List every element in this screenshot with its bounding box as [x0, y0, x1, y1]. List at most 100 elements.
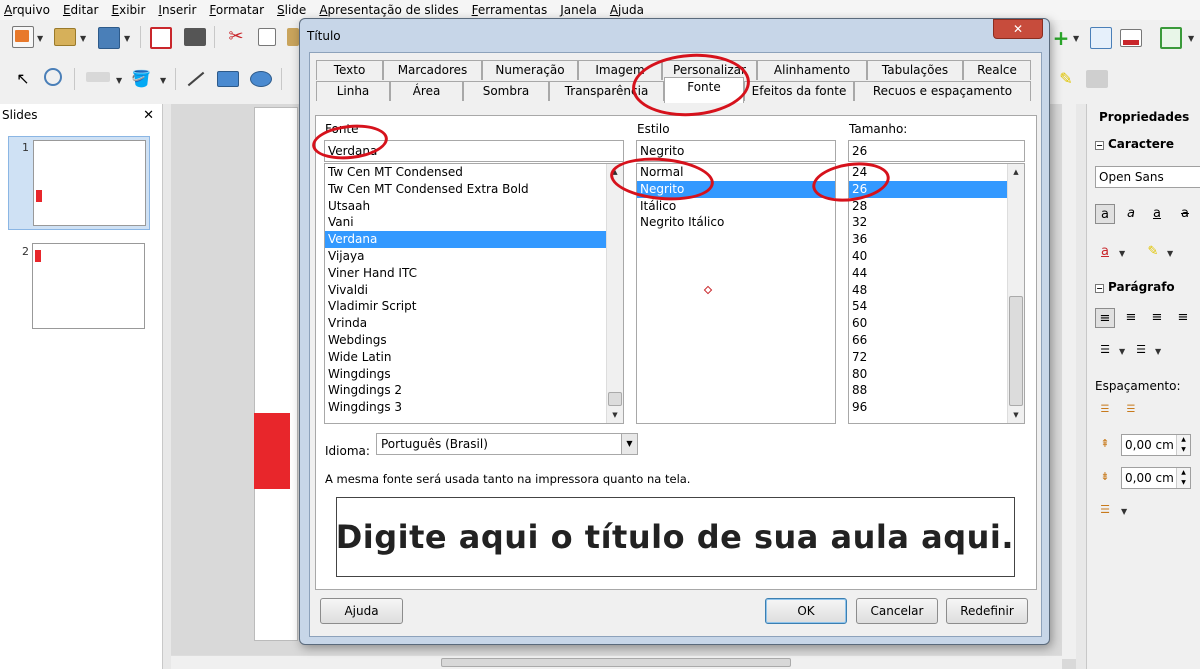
line-spacing-icon[interactable]: ☰: [1095, 500, 1115, 520]
ellipse-icon[interactable]: [250, 71, 272, 87]
slide-canvas[interactable]: [254, 107, 298, 641]
open-folder-icon[interactable]: [54, 28, 76, 46]
menu-arquivo[interactable]: Arquivo: [4, 3, 50, 17]
font-list-item[interactable]: Webdings: [325, 332, 623, 349]
style-list-item[interactable]: Normal: [637, 164, 835, 181]
tab-recuos-espacamento[interactable]: Recuos e espaçamento: [854, 81, 1031, 101]
copy-icon[interactable]: [258, 28, 276, 46]
spin-arrows-icon[interactable]: ▲ ▼: [1176, 468, 1190, 488]
copy-slide-icon[interactable]: [1090, 27, 1112, 49]
font-list-item[interactable]: Tw Cen MT Condensed Extra Bold: [325, 181, 623, 198]
size-list-item[interactable]: 26: [849, 180, 1024, 198]
chevron-down-icon[interactable]: ▼: [1119, 249, 1125, 258]
font-size-field[interactable]: 26: [848, 140, 1025, 162]
font-name-combo[interactable]: Open Sans: [1095, 166, 1200, 188]
tab-alinhamento[interactable]: Alinhamento: [757, 60, 867, 80]
slide-red-shape[interactable]: [254, 413, 290, 489]
menu-exibir[interactable]: Exibir: [112, 3, 146, 17]
language-select[interactable]: Português (Brasil) ▼: [376, 433, 638, 455]
numbered-list-icon[interactable]: ☰: [1131, 340, 1151, 360]
font-list-item[interactable]: Vrinda: [325, 315, 623, 332]
tab-marcadores[interactable]: Marcadores: [383, 60, 482, 80]
collapse-icon[interactable]: −: [1095, 141, 1104, 150]
font-list-item[interactable]: Wingdings: [325, 366, 623, 383]
align-right-icon[interactable]: ≡: [1147, 308, 1167, 328]
delete-slide-icon[interactable]: [1120, 29, 1142, 47]
size-list-item[interactable]: 80: [849, 366, 1024, 383]
spacing-below-field[interactable]: 0,00 cm ▲ ▼: [1121, 467, 1191, 489]
select-pointer-icon[interactable]: ↖: [12, 68, 34, 90]
size-list-item[interactable]: 60: [849, 315, 1024, 332]
zoom-icon[interactable]: [44, 68, 62, 86]
line-icon[interactable]: [184, 68, 206, 90]
collapse-icon[interactable]: −: [1095, 284, 1104, 293]
size-list-item[interactable]: 32: [849, 214, 1024, 231]
tab-sombra[interactable]: Sombra: [463, 81, 549, 101]
menu-janela[interactable]: Janela: [560, 3, 597, 17]
font-style-field[interactable]: Negrito: [636, 140, 836, 162]
tab-tabulacoes[interactable]: Tabulações: [867, 60, 963, 80]
edit-horizontal-scrollbar[interactable]: [171, 655, 1062, 669]
font-list-item[interactable]: Wingdings 3: [325, 399, 623, 416]
reset-button[interactable]: Redefinir: [946, 598, 1028, 624]
highlighter-icon[interactable]: ✎: [1055, 68, 1077, 90]
font-list-item[interactable]: Tw Cen MT Condensed: [325, 164, 623, 181]
style-list-item[interactable]: Negrito: [637, 180, 835, 198]
size-list-item[interactable]: 24: [849, 164, 1024, 181]
chevron-down-icon[interactable]: ▼: [1119, 347, 1125, 356]
tab-area[interactable]: Área: [390, 81, 463, 101]
size-list-item[interactable]: 66: [849, 332, 1024, 349]
tab-texto[interactable]: Texto: [316, 60, 383, 80]
style-list-item[interactable]: Itálico: [637, 198, 835, 215]
new-document-icon[interactable]: [12, 26, 34, 48]
tab-imagem[interactable]: Imagem: [578, 60, 662, 80]
menu-apresentacao[interactable]: Apresentação de slides: [319, 3, 458, 17]
spin-arrows-icon[interactable]: ▲ ▼: [1176, 435, 1190, 455]
scroll-up-icon[interactable]: ▲: [607, 164, 623, 180]
tab-transparencia[interactable]: Transparência: [549, 81, 664, 101]
scroll-down-icon[interactable]: ▼: [607, 407, 623, 423]
chevron-down-icon[interactable]: ▼: [1073, 34, 1079, 43]
export-pdf-icon[interactable]: [150, 27, 172, 49]
slide-layout-icon[interactable]: [1160, 27, 1182, 49]
rectangle-icon[interactable]: [217, 71, 239, 87]
size-list-item[interactable]: 72: [849, 349, 1024, 366]
font-list-item[interactable]: Viner Hand ITC: [325, 265, 623, 282]
fill-color-icon[interactable]: 🪣: [130, 68, 152, 90]
decrease-spacing-icon[interactable]: ☰: [1121, 400, 1141, 420]
chevron-down-icon[interactable]: ▼: [37, 34, 43, 43]
close-icon[interactable]: ✕: [143, 108, 154, 123]
extrusion-icon[interactable]: [1086, 70, 1108, 88]
scroll-down-icon[interactable]: ▼: [1008, 407, 1024, 423]
help-button[interactable]: Ajuda: [320, 598, 403, 624]
menu-slide[interactable]: Slide: [277, 3, 306, 17]
chevron-down-icon[interactable]: ▼: [1155, 347, 1161, 356]
tab-efeitos-fonte[interactable]: Efeitos da fonte: [744, 81, 854, 101]
scroll-thumb[interactable]: [608, 392, 622, 406]
font-list-item[interactable]: Vladimir Script: [325, 298, 623, 315]
line-color-icon[interactable]: [86, 72, 110, 82]
italic-icon[interactable]: a: [1121, 204, 1141, 224]
close-button[interactable]: ✕: [993, 19, 1043, 39]
size-list-item[interactable]: 54: [849, 298, 1024, 315]
font-list-item[interactable]: Wide Latin: [325, 349, 623, 366]
align-left-icon[interactable]: ≡: [1095, 308, 1115, 328]
font-list-item[interactable]: Vijaya: [325, 248, 623, 265]
print-icon[interactable]: [184, 28, 206, 46]
size-list-item[interactable]: 40: [849, 248, 1024, 265]
font-style-list[interactable]: Normal Negrito Itálico Negrito Itálico: [636, 163, 836, 424]
menu-ajuda[interactable]: Ajuda: [610, 3, 644, 17]
size-list-item[interactable]: 44: [849, 265, 1024, 282]
font-name-field[interactable]: Verdana: [324, 140, 624, 162]
style-list-item[interactable]: Negrito Itálico: [637, 214, 835, 231]
menu-inserir[interactable]: Inserir: [158, 3, 196, 17]
chevron-down-icon[interactable]: ▼: [1188, 34, 1194, 43]
menu-formatar[interactable]: Formatar: [209, 3, 264, 17]
cancel-button[interactable]: Cancelar: [856, 598, 938, 624]
edit-vertical-scrollbar[interactable]: [1062, 104, 1076, 659]
chevron-down-icon[interactable]: ▼: [116, 76, 122, 85]
size-list-item[interactable]: 48: [849, 282, 1024, 299]
slides-panel-splitter[interactable]: [163, 104, 171, 669]
chevron-down-icon[interactable]: ▼: [1167, 249, 1173, 258]
tab-fonte[interactable]: Fonte: [664, 77, 744, 103]
